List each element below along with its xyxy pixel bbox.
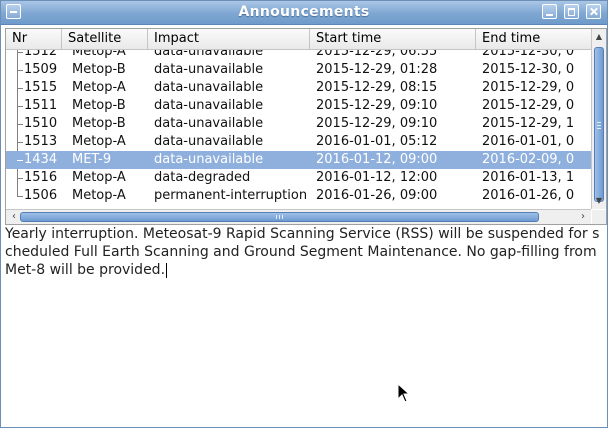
vertical-scrollbar[interactable]: ▲ ▼	[591, 29, 606, 209]
cell-end-time: 2015-12-29, 1	[482, 116, 575, 131]
cell-end-time: 2015-12-30, 0	[482, 62, 575, 77]
table-row[interactable]: 1515 Metop-A data-unavailable 2015-12-29, 0…	[6, 79, 591, 97]
cell-satellite: Metop-A	[72, 134, 126, 149]
cell-start-time: 2015-12-29, 08:15	[316, 80, 438, 95]
column-header-end-time[interactable]: End time	[476, 29, 591, 49]
cell-impact: data-unavailable	[154, 134, 264, 149]
details-text: Yearly interruption. Meteosat-9 Rapid Sc…	[5, 226, 600, 278]
title-bar[interactable]: Announcements	[1, 1, 607, 25]
cell-nr: 1512	[24, 50, 58, 59]
tree-branch-line	[17, 142, 23, 143]
cell-nr: 1511	[24, 98, 58, 113]
arrow-right-icon[interactable]: ›	[577, 210, 589, 224]
table-row[interactable]: 1516 Metop-A data-degraded 2016-01-12, 12:0…	[6, 169, 591, 187]
column-header-nr[interactable]: Nr	[6, 29, 62, 49]
table-body: 1512 Metop-A data-unavailable 2015-12-29, 0…	[6, 50, 591, 209]
table-row[interactable]: 1513 Metop-A data-unavailable 2016-01-01, 0…	[6, 133, 591, 151]
table-row[interactable]: 1506 Metop-A permanent-interruption 2016-01…	[6, 187, 591, 205]
cell-end-time: 2016-01-13, 1	[482, 170, 575, 185]
table-row[interactable]: 1510 Metop-B data-unavailable 2015-12-29, 0…	[6, 115, 591, 133]
horizontal-scrollbar[interactable]: ‹ ›	[6, 209, 591, 224]
cell-satellite: Metop-A	[72, 170, 126, 185]
cell-nr: 1506	[24, 188, 58, 203]
cell-nr: 1510	[24, 116, 58, 131]
cell-start-time: 2015-12-29, 06:55	[316, 50, 438, 59]
cell-impact: data-unavailable	[154, 98, 264, 113]
cell-end-time: 2015-12-29, 0	[482, 98, 575, 113]
cell-impact: permanent-interruption	[154, 188, 308, 203]
text-caret	[166, 262, 168, 278]
announcement-details-text[interactable]: Yearly interruption. Meteosat-9 Rapid Sc…	[5, 225, 603, 423]
cell-end-time: 2016-01-01, 0	[482, 134, 575, 149]
table-row[interactable]: 1512 Metop-A data-unavailable 2015-12-29, 0…	[6, 50, 591, 61]
cell-satellite: Metop-A	[72, 50, 126, 59]
cell-nr: 1513	[24, 134, 58, 149]
cell-start-time: 2015-12-29, 09:10	[316, 98, 438, 113]
arrow-left-icon[interactable]: ‹	[8, 210, 20, 224]
scroll-corner	[592, 210, 606, 224]
tree-branch-line	[17, 178, 23, 179]
cell-impact: data-unavailable	[154, 50, 264, 59]
tree-branch-line	[17, 52, 23, 53]
cell-start-time: 2016-01-26, 09:00	[316, 188, 438, 203]
cell-start-time: 2016-01-12, 09:00	[316, 152, 438, 167]
table-row[interactable]: 1434 MET-9 data-unavailable 2016-01-12, 09:…	[6, 151, 591, 169]
table-row[interactable]: 1509 Metop-B data-unavailable 2015-12-29, 0…	[6, 61, 591, 79]
column-header-start-time[interactable]: Start time	[310, 29, 476, 49]
cell-end-time: 2015-12-30, 0	[482, 50, 575, 59]
cell-impact: data-unavailable	[154, 152, 264, 167]
tree-branch-line	[17, 124, 23, 125]
tree-branch-line	[17, 88, 23, 89]
cell-nr: 1516	[24, 170, 58, 185]
cell-satellite: Metop-A	[72, 188, 126, 203]
tree-branch-line	[17, 196, 23, 197]
cell-end-time: 2016-01-26, 0	[482, 188, 575, 203]
column-header-impact[interactable]: Impact	[148, 29, 310, 49]
cell-impact: data-unavailable	[154, 116, 264, 131]
cell-start-time: 2015-12-29, 01:28	[316, 62, 438, 77]
cell-satellite: MET-9	[72, 152, 112, 167]
cell-impact: data-unavailable	[154, 80, 264, 95]
cell-impact: data-unavailable	[154, 62, 264, 77]
cell-satellite: Metop-B	[72, 98, 126, 113]
arrow-down-icon[interactable]: ▼	[593, 195, 605, 207]
horizontal-scroll-thumb[interactable]	[20, 212, 539, 222]
cell-start-time: 2016-01-01, 05:12	[316, 134, 438, 149]
cell-nr: 1509	[24, 62, 58, 77]
cell-impact: data-degraded	[154, 170, 251, 185]
cell-start-time: 2015-12-29, 09:10	[316, 116, 438, 131]
arrow-up-icon[interactable]: ▲	[593, 31, 605, 43]
table-header: Nr Satellite Impact Start time End time	[6, 29, 591, 50]
cell-nr: 1434	[24, 152, 58, 167]
column-header-satellite[interactable]: Satellite	[62, 29, 148, 49]
minimize-icon[interactable]	[542, 4, 557, 19]
tree-branch-line	[17, 160, 23, 161]
cell-satellite: Metop-B	[72, 62, 126, 77]
window-title: Announcements	[238, 4, 370, 20]
announcements-window: Announcements Nr Satellite Impact Start …	[0, 0, 608, 428]
close-icon[interactable]	[586, 4, 601, 19]
cell-end-time: 2015-12-29, 0	[482, 80, 575, 95]
cell-satellite: Metop-A	[72, 80, 126, 95]
announcements-table[interactable]: Nr Satellite Impact Start time End time …	[5, 28, 607, 225]
cell-end-time: 2016-02-09, 0	[482, 152, 575, 167]
maximize-icon[interactable]	[564, 4, 579, 19]
vertical-scroll-thumb[interactable]	[594, 47, 604, 202]
table-row[interactable]: 1511 Metop-B data-unavailable 2015-12-29, 0…	[6, 97, 591, 115]
tree-branch-line	[17, 70, 23, 71]
tree-branch-line	[17, 106, 23, 107]
cell-satellite: Metop-B	[72, 116, 126, 131]
cell-start-time: 2016-01-12, 12:00	[316, 170, 438, 185]
mouse-pointer-icon	[397, 383, 411, 403]
cell-nr: 1515	[24, 80, 58, 95]
